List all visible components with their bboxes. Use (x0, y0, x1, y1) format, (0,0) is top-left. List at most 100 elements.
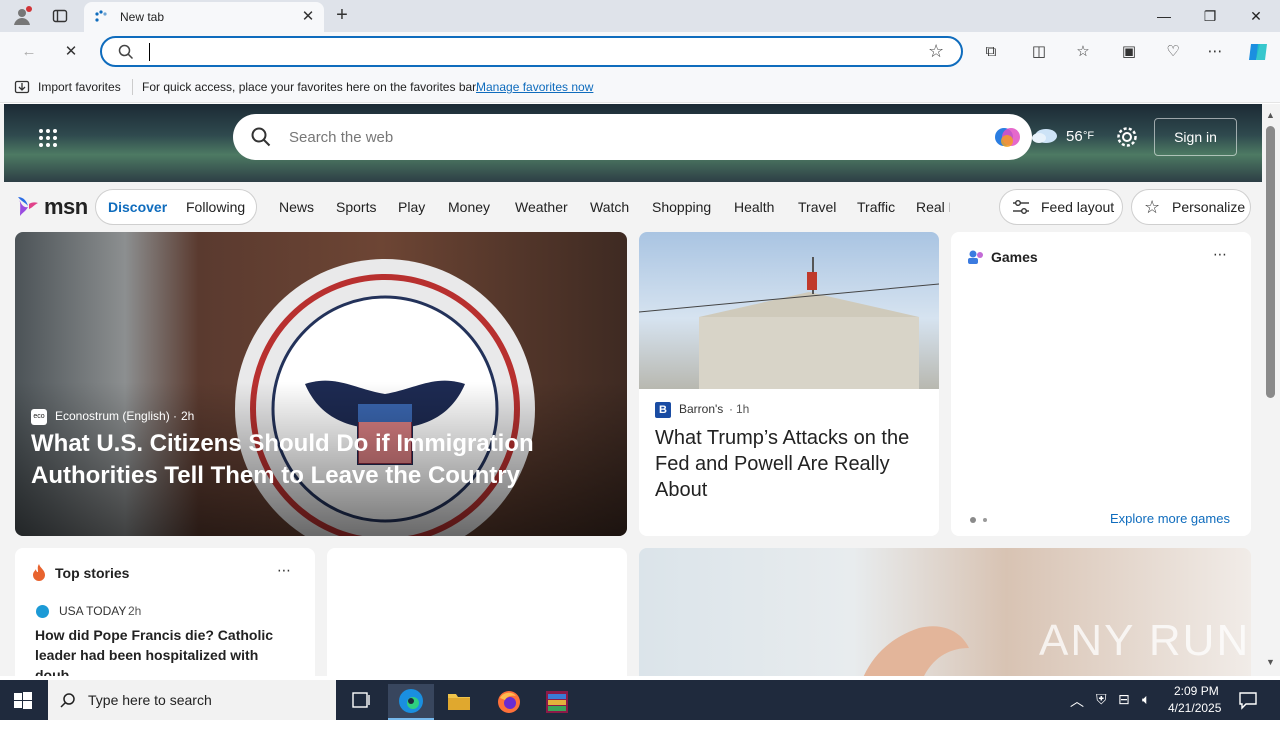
nav-travel[interactable]: Travel (798, 199, 836, 215)
manage-favorites-link[interactable]: Manage favorites now (476, 80, 593, 94)
federal-reserve-image (639, 232, 939, 389)
winrar-icon[interactable] (534, 684, 580, 720)
loading-icon (94, 10, 108, 24)
hero-article-title[interactable]: What U.S. Citizens Should Do if Immigrat… (31, 428, 591, 492)
firefox-icon[interactable] (486, 684, 532, 720)
address-bar[interactable]: ☆ (100, 36, 963, 67)
anyrun-watermark: ANY RUN (1039, 616, 1251, 665)
import-favorites-icon (14, 79, 30, 95)
web-search-box[interactable]: Search the web (233, 114, 1032, 160)
top-stories-more-options-icon[interactable]: ⋯ (277, 562, 291, 579)
security-tray-icon[interactable]: ⛨ (1096, 691, 1107, 731)
dot-separator: · (729, 402, 733, 416)
second-article-source[interactable]: Barron's (679, 402, 723, 416)
scroll-thumb[interactable] (1266, 126, 1275, 398)
hero-banner: Search the web 56 °F Sign in (4, 104, 1262, 182)
web-search-input[interactable]: Search the web (289, 129, 393, 146)
divider (132, 79, 133, 95)
stop-loading-button[interactable]: ✕ (60, 41, 82, 63)
carousel-dot[interactable] (983, 518, 987, 522)
task-view-icon[interactable] (338, 684, 384, 720)
import-favorites-button[interactable]: Import favorites (38, 80, 121, 94)
copilot-icon[interactable] (1246, 40, 1270, 64)
dot-separator: · (121, 604, 125, 618)
back-button[interactable]: ← (18, 41, 40, 63)
nav-shopping[interactable]: Shopping (652, 199, 711, 215)
weather-cloud-icon[interactable] (1030, 126, 1058, 144)
nav-news[interactable]: News (279, 199, 314, 215)
personalize-button[interactable]: ☆ Personalize (1131, 189, 1251, 225)
image-article-card[interactable]: ANY RUN (639, 548, 1251, 676)
nav-weather[interactable]: Weather (515, 199, 568, 215)
hero-article-card[interactable]: eco Econostrum (English) · 2h What U.S. … (15, 232, 627, 536)
notifications-icon[interactable] (1238, 690, 1258, 710)
show-hidden-icons[interactable]: ︿ (1070, 691, 1084, 731)
nav-sports[interactable]: Sports (336, 199, 376, 215)
clock-time[interactable]: 2:09 PM (1174, 684, 1219, 698)
page-scrollbar[interactable]: ▲ ▼ (1262, 104, 1280, 676)
settings-gear-icon[interactable] (1116, 126, 1138, 148)
nav-health[interactable]: Health (734, 199, 774, 215)
explore-more-games-link[interactable]: Explore more games (1110, 511, 1230, 526)
carousel-dot-active[interactable] (970, 517, 976, 523)
hero-article-source[interactable]: Econostrum (English) (55, 409, 170, 423)
profile-icon[interactable] (12, 6, 32, 26)
windows-taskbar: Type here to search ︿ ⛨ ⊟ 🔈︎ 2:09 PM 4/2… (0, 680, 1280, 720)
nav-real-estate[interactable]: Real E (916, 199, 950, 215)
fire-icon (31, 563, 47, 581)
second-article-title[interactable]: What Trump’s Attacks on the Fed and Powe… (655, 425, 925, 503)
taskbar-search-placeholder: Type here to search (88, 692, 212, 708)
favorite-star-icon[interactable]: ☆ (928, 41, 944, 62)
copilot-search-icon[interactable] (993, 123, 1021, 151)
msn-logo[interactable]: msn (16, 192, 88, 220)
feed-layout-button[interactable]: Feed layout (999, 189, 1123, 225)
clock-date[interactable]: 4/21/2025 (1168, 701, 1221, 715)
more-menu-icon[interactable]: ⋯ (1204, 41, 1226, 63)
volume-tray-icon[interactable]: 🔈︎ (1142, 691, 1150, 731)
edge-taskbar-icon[interactable] (388, 684, 434, 720)
feed-layout-label: Feed layout (1041, 199, 1115, 215)
games-more-options-icon[interactable]: ⋯ (1213, 246, 1227, 263)
weather-unit: °F (1083, 130, 1095, 142)
scroll-down-arrow[interactable]: ▼ (1266, 657, 1275, 667)
favorites-icon[interactable]: ☆ (1072, 41, 1094, 63)
address-caret (149, 43, 150, 61)
nav-traffic[interactable]: Traffic (857, 199, 895, 215)
top-stories-title[interactable]: Top stories (55, 565, 129, 581)
start-button[interactable] (14, 692, 32, 710)
top-story-source[interactable]: USA TODAY (59, 604, 126, 618)
barrons-article-card[interactable]: B Barron's · 1h What Trump’s Attacks on … (639, 232, 939, 536)
network-tray-icon[interactable]: ⊟ (1118, 691, 1130, 731)
tab-discover[interactable]: Discover (108, 199, 167, 215)
close-window-button[interactable]: ✕ (1246, 6, 1266, 26)
nav-money[interactable]: Money (448, 199, 490, 215)
collections-icon[interactable]: ▣ (1118, 41, 1140, 63)
scroll-up-arrow[interactable]: ▲ (1266, 110, 1275, 120)
top-story-headline[interactable]: How did Pope Francis die? Catholic leade… (35, 625, 300, 676)
tab-following[interactable]: Following (186, 199, 245, 215)
nav-overflow-clip: Real E (916, 199, 950, 217)
close-tab-icon[interactable]: ✕ (300, 9, 316, 25)
new-tab-button[interactable]: + (332, 5, 352, 25)
apps-launcher-icon[interactable] (38, 128, 58, 148)
file-explorer-icon[interactable] (436, 684, 482, 720)
hero-article-age: 2h (181, 409, 195, 423)
weather-temperature[interactable]: 56 (1066, 128, 1083, 145)
split-screen-icon[interactable]: ◫ (1028, 41, 1050, 63)
sign-in-button[interactable]: Sign in (1154, 118, 1237, 156)
games-title[interactable]: Games (991, 249, 1038, 265)
tab-actions-icon[interactable] (52, 8, 68, 24)
taskbar-search-box[interactable]: Type here to search (48, 680, 336, 720)
second-article-age: 1h (736, 402, 750, 416)
publisher-logo-icon: eco (31, 409, 47, 425)
nav-watch[interactable]: Watch (590, 199, 629, 215)
minimize-button[interactable]: — (1154, 6, 1174, 26)
extensions-icon[interactable]: ⧉ (980, 41, 1002, 63)
msn-butterfly-icon (18, 197, 38, 216)
browser-essentials-icon[interactable]: ♡ (1162, 41, 1184, 63)
favorites-bar-message: For quick access, place your favorites h… (142, 80, 479, 94)
games-card: Games ⋯ Explore more games (951, 232, 1251, 536)
nav-play[interactable]: Play (398, 199, 425, 215)
tab-new-tab[interactable]: New tab ✕ (84, 2, 324, 32)
restore-button[interactable]: ❐ (1200, 6, 1220, 26)
